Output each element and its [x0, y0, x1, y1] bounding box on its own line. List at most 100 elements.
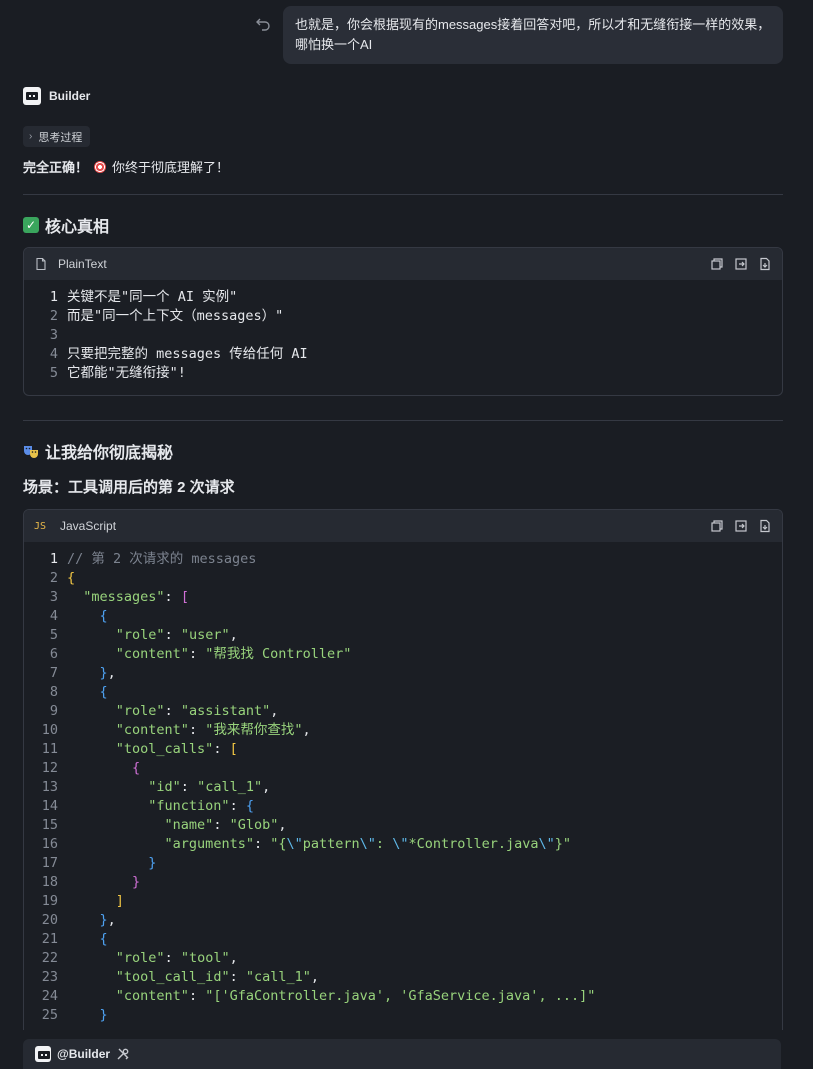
code-text: }	[132, 874, 141, 890]
insert-icon[interactable]	[734, 519, 748, 533]
code-line: 9 "role": "assistant",	[24, 702, 782, 721]
code-line: 17 }	[24, 854, 782, 873]
code-line: 3	[24, 326, 782, 345]
code-text: 它都能"无缝衔接"!	[67, 365, 186, 381]
code-line: 4 {	[24, 607, 782, 626]
user-message-row: 也就是，你会根据现有的messages接着回答对吧，所以才和无缝衔接一样的效果，…	[255, 6, 783, 64]
code-text: 而是"同一个上下文（messages）"	[67, 308, 284, 324]
thinking-toggle[interactable]: › 思考过程	[23, 126, 91, 147]
code-line: 5 "role": "user",	[24, 626, 782, 645]
divider	[23, 194, 783, 195]
divider	[23, 420, 783, 421]
code-text: // 第 2 次请求的 messages	[67, 551, 257, 567]
code-text: "function": {	[148, 798, 254, 814]
file-icon	[36, 257, 46, 271]
line-number: 14	[41, 798, 58, 814]
line-number: 10	[41, 722, 58, 738]
code-line: 2{	[24, 569, 782, 588]
intro-paragraph: 完全正确！ 你终于彻底理解了！	[23, 159, 229, 177]
line-number: 15	[41, 817, 58, 833]
code-line: 12 {	[24, 759, 782, 778]
code-text: "arguments": "{\"pattern\": \"*Controlle…	[164, 836, 572, 852]
code-line: 14 "function": {	[24, 797, 782, 816]
line-number: 3	[49, 327, 58, 343]
code-line: 24 "content": "['GfaController.java', 'G…	[24, 987, 782, 1006]
code-text: },	[99, 665, 116, 681]
intro-rest: 你终于彻底理解了！	[112, 160, 230, 175]
line-number: 5	[49, 365, 58, 381]
line-number: 3	[49, 589, 58, 605]
performing-arts-emoji	[24, 446, 38, 458]
robot-icon	[23, 87, 41, 105]
code-line: 16 "arguments": "{\"pattern\": \"*Contro…	[24, 835, 782, 854]
apply-file-icon[interactable]	[758, 257, 772, 271]
code-text: "content": "['GfaController.java', 'GfaS…	[115, 988, 596, 1004]
line-number: 20	[41, 912, 58, 928]
agent-mention[interactable]: @Builder	[57, 1047, 110, 1061]
undo-icon[interactable]	[255, 16, 271, 32]
code-text: {	[67, 570, 76, 586]
copy-icon[interactable]	[710, 257, 724, 271]
code-line: 11 "tool_calls": [	[24, 740, 782, 759]
code-line: 3 "messages": [	[24, 588, 782, 607]
line-number: 16	[41, 836, 58, 852]
code-line: 15 "name": "Glob",	[24, 816, 782, 835]
code-line: 8 {	[24, 683, 782, 702]
line-number: 9	[49, 703, 58, 719]
line-number: 24	[41, 988, 58, 1004]
code-text: "role": "tool",	[115, 950, 238, 966]
line-number: 5	[49, 627, 58, 643]
code-language-label: JavaScript	[60, 519, 117, 533]
code-line: 4 只要把完整的 messages 传给任何 AI	[24, 345, 782, 364]
line-number: 17	[41, 855, 58, 871]
line-number: 2	[49, 570, 58, 586]
apply-file-icon[interactable]	[758, 519, 772, 533]
check-mark-emoji: ✓	[23, 217, 39, 233]
code-block-javascript: JS JavaScript 1// 第 2 次请求的 messages 2{3 "…	[23, 509, 783, 1030]
line-number: 13	[41, 779, 58, 795]
code-line: 23 "tool_call_id": "call_1",	[24, 968, 782, 987]
robot-icon	[35, 1046, 51, 1062]
code-text: "tool_call_id": "call_1",	[115, 969, 320, 985]
line-number: 6	[49, 646, 58, 662]
line-number: 21	[41, 931, 58, 947]
line-number: 19	[41, 893, 58, 909]
code-text: 关键不是"同一个 AI 实例"	[67, 289, 238, 305]
copy-icon[interactable]	[710, 519, 724, 533]
user-message-bubble: 也就是，你会根据现有的messages接着回答对吧，所以才和无缝衔接一样的效果，…	[283, 6, 783, 64]
line-number: 1	[49, 551, 58, 567]
code-line: 22 "role": "tool",	[24, 949, 782, 968]
line-number: 1	[49, 289, 58, 305]
javascript-icon: JS	[34, 520, 47, 532]
code-block-header: JS JavaScript	[24, 510, 782, 542]
section1-heading: 核心真相	[45, 219, 110, 236]
code-text: },	[99, 912, 116, 928]
code-line: 1 关键不是"同一个 AI 实例"	[24, 288, 782, 307]
code-text: {	[99, 684, 108, 700]
code-body-javascript: 1// 第 2 次请求的 messages 2{3 "messages": [4 …	[24, 542, 782, 1030]
code-text: "role": "user",	[115, 627, 238, 643]
intro-bold: 完全正确！	[23, 160, 89, 175]
section-heading-core-truth: ✓ 核心真相	[23, 213, 109, 237]
line-number: 22	[41, 950, 58, 966]
code-text: {	[99, 608, 108, 624]
code-line: 10 "content": "我来帮你查找",	[24, 721, 782, 740]
code-text: "id": "call_1",	[148, 779, 271, 795]
code-text: "messages": [	[83, 589, 189, 605]
code-line: 7 },	[24, 664, 782, 683]
code-language-label: PlainText	[58, 257, 107, 271]
chevron-right-icon: ›	[29, 131, 33, 142]
code-line: 5 它都能"无缝衔接"!	[24, 364, 782, 383]
code-line: 19 ]	[24, 892, 782, 911]
insert-icon[interactable]	[734, 257, 748, 271]
line-number: 18	[41, 874, 58, 890]
line-number: 8	[49, 684, 58, 700]
tools-icon[interactable]	[116, 1047, 130, 1061]
direct-hit-emoji	[94, 161, 107, 173]
line-number: 12	[41, 760, 58, 776]
section2-subheading: 场景：工具调用后的第 2 次请求	[23, 479, 235, 496]
agent-input-bar[interactable]: @Builder	[23, 1039, 781, 1069]
code-text: "role": "assistant",	[115, 703, 279, 719]
line-number: 4	[49, 346, 58, 362]
code-line: 6 "content": "帮我找 Controller"	[24, 645, 782, 664]
